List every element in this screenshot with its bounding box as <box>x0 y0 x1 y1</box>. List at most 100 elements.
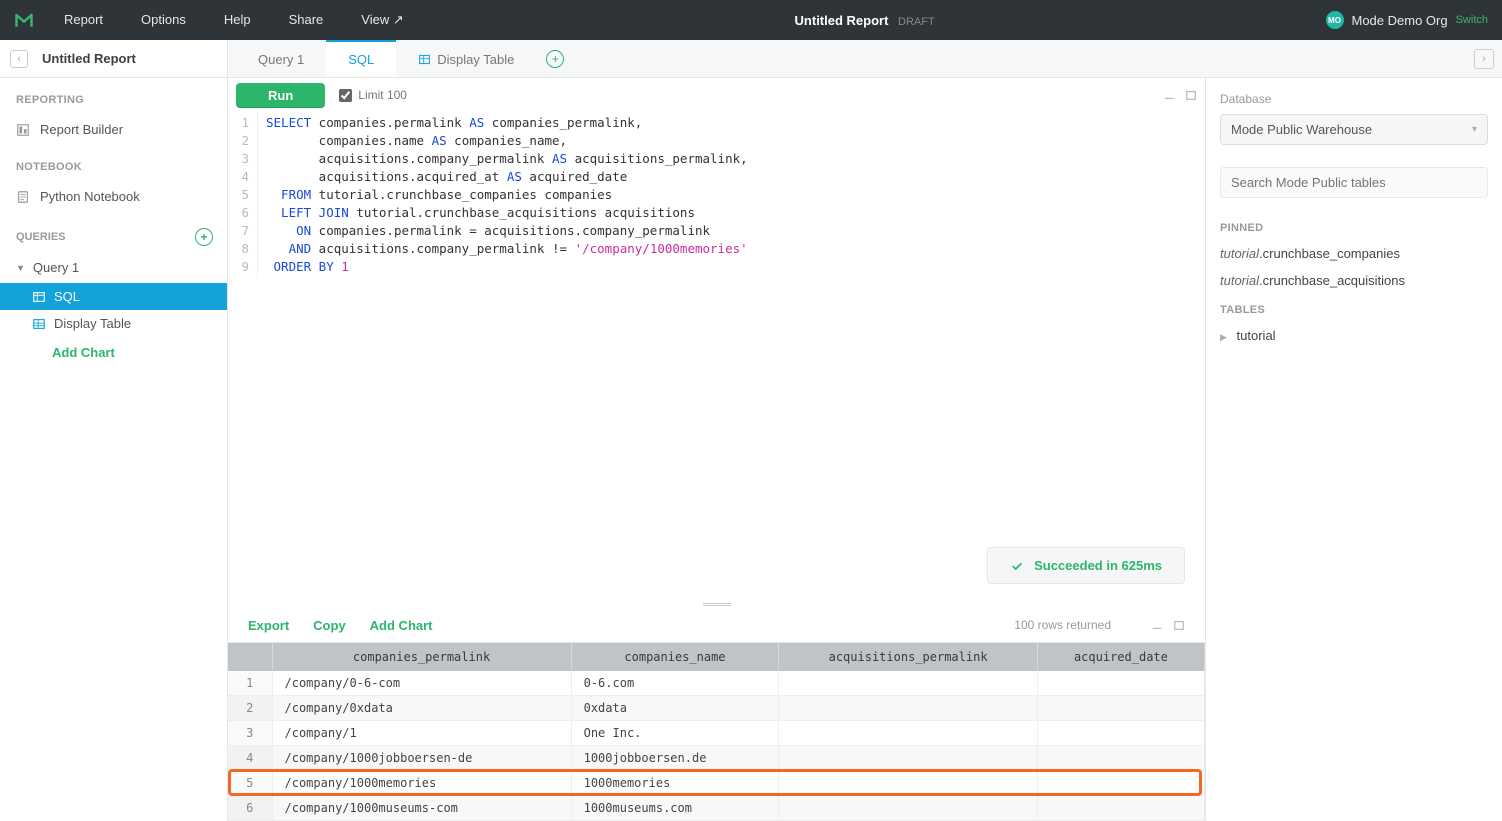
sidebar-header: ‹ Untitled Report <box>0 40 227 78</box>
maximize-icon[interactable] <box>1185 89 1197 101</box>
add-query-button[interactable]: + <box>195 228 213 246</box>
menu-options[interactable]: Options <box>141 12 186 28</box>
table-cell: /company/1000memories <box>272 771 571 796</box>
table-cell <box>1037 746 1204 771</box>
schema-name: tutorial <box>1237 328 1276 343</box>
minimize-icon[interactable] <box>1151 619 1163 631</box>
minimize-icon[interactable] <box>1163 89 1175 101</box>
pinned-table[interactable]: tutorial.crunchbase_acquisitions <box>1206 267 1502 294</box>
column-header[interactable]: companies_name <box>571 643 779 671</box>
topbar-menu: Report Options Help Share View ↗ <box>64 12 404 28</box>
table-icon <box>418 53 431 66</box>
sidebar-item-label: Python Notebook <box>40 189 140 204</box>
editor-area: Run Limit 100 <box>228 78 1502 821</box>
add-chart-button[interactable]: Add Chart <box>370 618 433 633</box>
drag-handle[interactable] <box>228 600 1205 608</box>
editor-lower: Succeeded in 625ms <box>228 278 1205 600</box>
chevron-right-icon: ▶ <box>1220 332 1227 342</box>
sidebar-item-report-builder[interactable]: Report Builder <box>0 114 227 145</box>
sidebar-display-table[interactable]: Display Table <box>0 310 227 337</box>
menu-help[interactable]: Help <box>224 12 251 28</box>
org-name[interactable]: Mode Demo Org <box>1352 13 1448 28</box>
table-cell <box>779 671 1038 696</box>
pinned-label: PINNED <box>1206 212 1502 240</box>
column-header[interactable]: acquired_date <box>1037 643 1204 671</box>
table-cell <box>779 721 1038 746</box>
sidebar-title: Untitled Report <box>42 51 136 66</box>
table-cell: /company/0xdata <box>272 696 571 721</box>
table-cell <box>779 696 1038 721</box>
database-label: Database <box>1206 78 1502 114</box>
sql-editor[interactable]: 123456789 SELECT companies.permalink AS … <box>228 112 1205 278</box>
menu-view[interactable]: View ↗ <box>361 12 403 28</box>
table-schema-item[interactable]: ▶ tutorial <box>1206 322 1502 349</box>
check-icon <box>1010 559 1024 573</box>
limit-toggle[interactable]: Limit 100 <box>339 88 407 102</box>
logo-icon <box>14 10 34 30</box>
sidebar-item-label: Report Builder <box>40 122 123 137</box>
table-cell: 0xdata <box>571 696 779 721</box>
tab-display-table[interactable]: Display Table <box>396 40 536 77</box>
report-title-text: Untitled Report <box>795 13 889 28</box>
table-cell: 1000memories <box>571 771 779 796</box>
back-button[interactable]: ‹ <box>10 50 28 68</box>
table-cell <box>779 796 1038 821</box>
table-search-input[interactable] <box>1231 175 1477 190</box>
results-table: companies_permalinkcompanies_nameacquisi… <box>228 643 1205 821</box>
maximize-icon[interactable] <box>1173 619 1185 631</box>
org-avatar: MO <box>1326 11 1344 29</box>
limit-checkbox[interactable] <box>339 89 352 102</box>
copy-button[interactable]: Copy <box>313 618 346 633</box>
sidebar-query-1[interactable]: ▼ Query 1 <box>0 252 227 283</box>
database-value: Mode Public Warehouse <box>1231 122 1372 137</box>
draft-badge: DRAFT <box>898 16 935 28</box>
editor-column: Run Limit 100 <box>228 78 1206 821</box>
table-icon <box>32 317 46 331</box>
table-row[interactable]: 1/company/0-6-com0-6.com <box>228 671 1205 696</box>
tab-label: Display Table <box>437 52 514 67</box>
main: Query 1 SQL Display Table + › Run Limit … <box>228 40 1502 821</box>
topbar: Report Options Help Share View ↗ Untitle… <box>0 0 1502 40</box>
table-search[interactable] <box>1220 167 1488 198</box>
tab-query-1[interactable]: Query 1 <box>236 40 326 77</box>
table-row[interactable]: 4/company/1000jobboersen-de1000jobboerse… <box>228 746 1205 771</box>
chevron-down-icon: ▼ <box>16 263 25 273</box>
database-select[interactable]: Mode Public Warehouse ▾ <box>1220 114 1488 145</box>
results-table-wrap[interactable]: companies_permalinkcompanies_nameacquisi… <box>228 642 1205 821</box>
editor-window-controls <box>1163 89 1197 101</box>
report-title: Untitled Report DRAFT <box>404 13 1326 28</box>
chevron-updown-icon: ▾ <box>1472 124 1477 135</box>
sidebar-item-label: Display Table <box>54 316 131 331</box>
table-cell: /company/1000jobboersen-de <box>272 746 571 771</box>
expand-button[interactable]: › <box>1474 49 1494 69</box>
add-tab-button[interactable]: + <box>546 50 564 68</box>
switch-link[interactable]: Switch <box>1456 14 1488 26</box>
table-cell <box>1037 696 1204 721</box>
table-row[interactable]: 2/company/0xdata0xdata <box>228 696 1205 721</box>
table-body: 1/company/0-6-com0-6.com2/company/0xdata… <box>228 671 1205 821</box>
table-row[interactable]: 6/company/1000museums-com1000museums.com <box>228 796 1205 821</box>
report-builder-icon <box>16 123 30 137</box>
status-text: Succeeded in 625ms <box>1034 558 1162 573</box>
pinned-table[interactable]: tutorial.crunchbase_companies <box>1206 240 1502 267</box>
table-cell: /company/1000museums-com <box>272 796 571 821</box>
sql-code[interactable]: SELECT companies.permalink AS companies_… <box>258 112 756 278</box>
section-notebook: NOTEBOOK <box>0 145 227 181</box>
export-button[interactable]: Export <box>248 618 289 633</box>
sidebar-item-label: SQL <box>54 289 80 304</box>
table-row[interactable]: 3/company/1One Inc. <box>228 721 1205 746</box>
sidebar-sql[interactable]: SQL <box>0 283 227 310</box>
menu-report[interactable]: Report <box>64 12 103 28</box>
tab-sql[interactable]: SQL <box>326 40 396 77</box>
menu-share[interactable]: Share <box>289 12 324 28</box>
table-cell: One Inc. <box>571 721 779 746</box>
column-header[interactable]: companies_permalink <box>272 643 571 671</box>
table-row[interactable]: 5/company/1000memories1000memories <box>228 771 1205 796</box>
column-header[interactable]: acquisitions_permalink <box>779 643 1038 671</box>
run-button[interactable]: Run <box>236 83 325 108</box>
sidebar-item-label: Query 1 <box>33 260 79 275</box>
tab-label: SQL <box>348 52 374 67</box>
tabs-row: Query 1 SQL Display Table + › <box>228 40 1502 78</box>
sidebar-item-python-notebook[interactable]: Python Notebook <box>0 181 227 212</box>
sidebar-add-chart[interactable]: Add Chart <box>0 337 227 368</box>
